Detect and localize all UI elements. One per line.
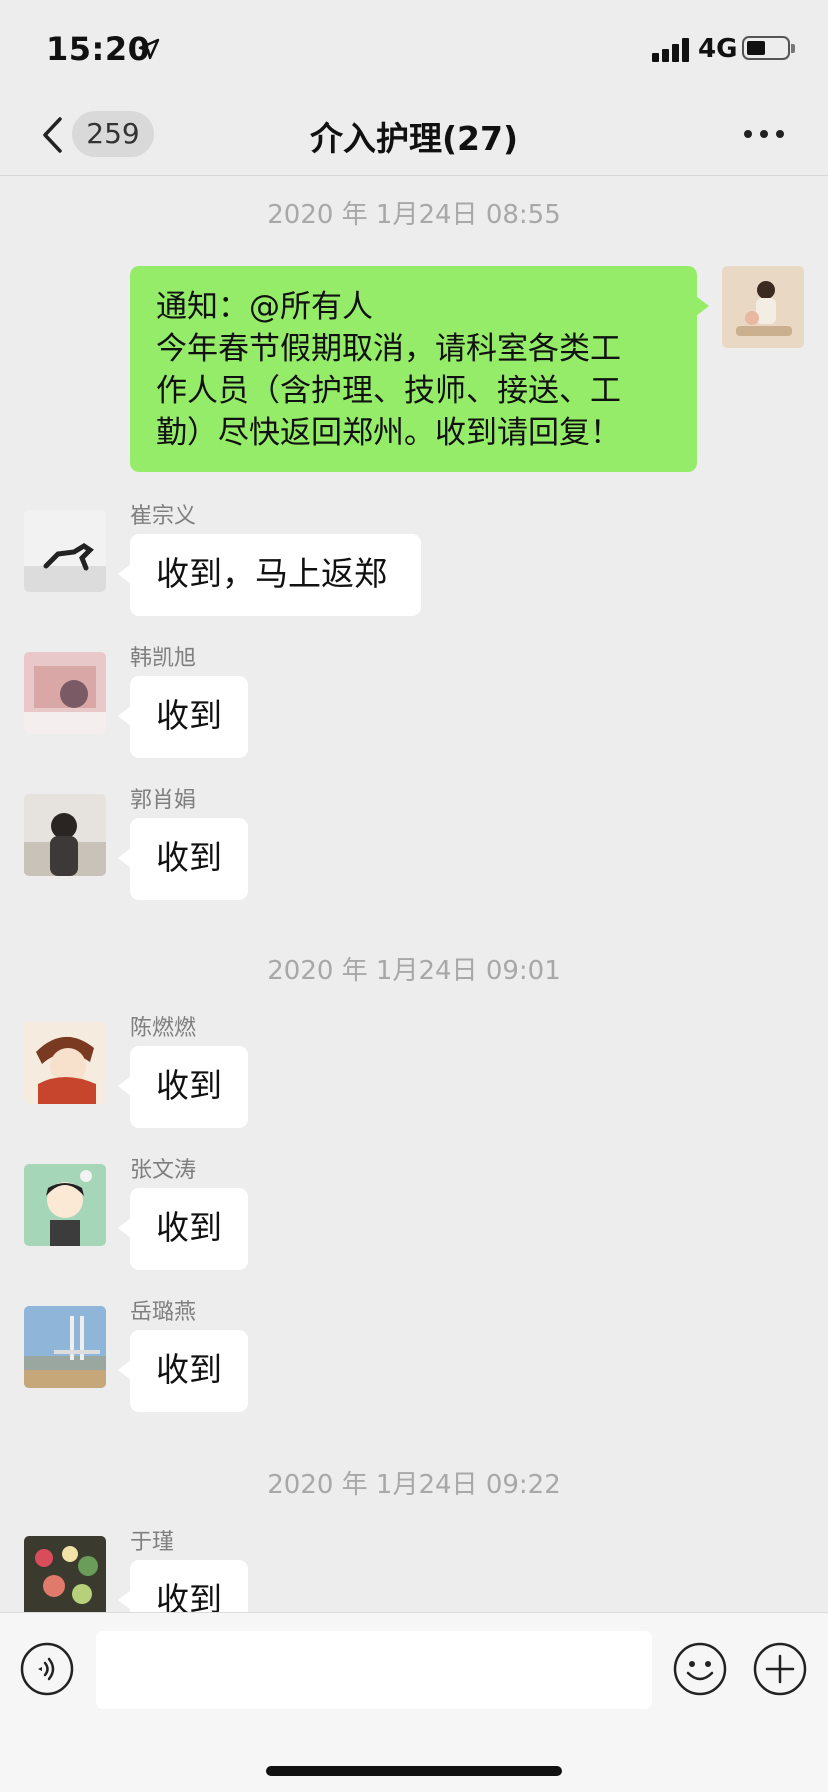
timestamp: 2020 年 1月24日 09:01 (267, 956, 561, 986)
message-text: 通知：@所有人 (156, 289, 373, 325)
sender-avatar[interactable] (24, 1022, 106, 1104)
sender-avatar[interactable] (24, 1306, 106, 1388)
message-list[interactable]: 2020 年 1月24日 08:55 通知：@所有人 今年春节假期取消，请科室各… (0, 176, 828, 1612)
home-indicator[interactable] (266, 1766, 562, 1776)
chat-header: 259 介入护理(27) (0, 100, 828, 176)
message-text: 勤）尽快返回郑州。收到请回复！ (156, 415, 621, 451)
incoming-message-bubble[interactable]: 收到 (118, 1560, 248, 1612)
incoming-message-bubble[interactable]: 收到 (118, 818, 248, 900)
sender-avatar[interactable] (24, 1164, 106, 1246)
incoming-message-bubble[interactable]: 收到 (118, 1046, 248, 1128)
sender-avatar[interactable] (24, 1536, 106, 1612)
sender-name: 岳璐燕 (130, 1300, 197, 1325)
signal-bars-icon (652, 38, 692, 62)
incoming-message-bubble[interactable]: 收到 (118, 1188, 248, 1270)
voice-icon[interactable] (20, 1642, 74, 1696)
more-dots-icon[interactable] (744, 130, 786, 140)
message-input[interactable] (96, 1631, 652, 1709)
self-avatar[interactable] (722, 266, 804, 348)
incoming-message-bubble[interactable]: 收到，马上返郑 (118, 534, 421, 616)
sender-avatar[interactable] (24, 652, 106, 734)
incoming-message-bubble[interactable]: 收到 (118, 676, 248, 758)
message-text: 今年春节假期取消，请科室各类工 (156, 331, 621, 367)
message-text: 作人员（含护理、技师、接送、工 (156, 373, 621, 409)
status-time: 15:20 (46, 30, 151, 68)
sender-name: 张文涛 (130, 1158, 197, 1183)
status-bar: 15:20 4G (0, 0, 828, 100)
sender-name: 郭肖娟 (130, 788, 197, 813)
battery-icon (742, 36, 795, 60)
emoji-icon[interactable] (672, 1641, 728, 1697)
timestamp: 2020 年 1月24日 08:55 (267, 200, 561, 230)
sender-avatar[interactable] (24, 794, 106, 876)
sender-name: 崔宗义 (130, 504, 197, 529)
sender-avatar[interactable] (24, 510, 106, 592)
timestamp: 2020 年 1月24日 09:22 (267, 1470, 561, 1500)
sender-name: 韩凯旭 (130, 646, 197, 671)
location-arrow-icon (138, 38, 160, 60)
sender-name: 于瑾 (130, 1530, 175, 1555)
outgoing-message-bubble[interactable]: 通知：@所有人 今年春节假期取消，请科室各类工 作人员（含护理、技师、接送、工 … (130, 266, 709, 472)
input-bar (0, 1612, 828, 1792)
plus-icon[interactable] (752, 1641, 808, 1697)
network-type: 4G (698, 34, 738, 64)
sender-name: 陈燃燃 (130, 1016, 197, 1041)
incoming-message-bubble[interactable]: 收到 (118, 1330, 248, 1412)
chat-title: 介入护理(27) (309, 119, 519, 158)
